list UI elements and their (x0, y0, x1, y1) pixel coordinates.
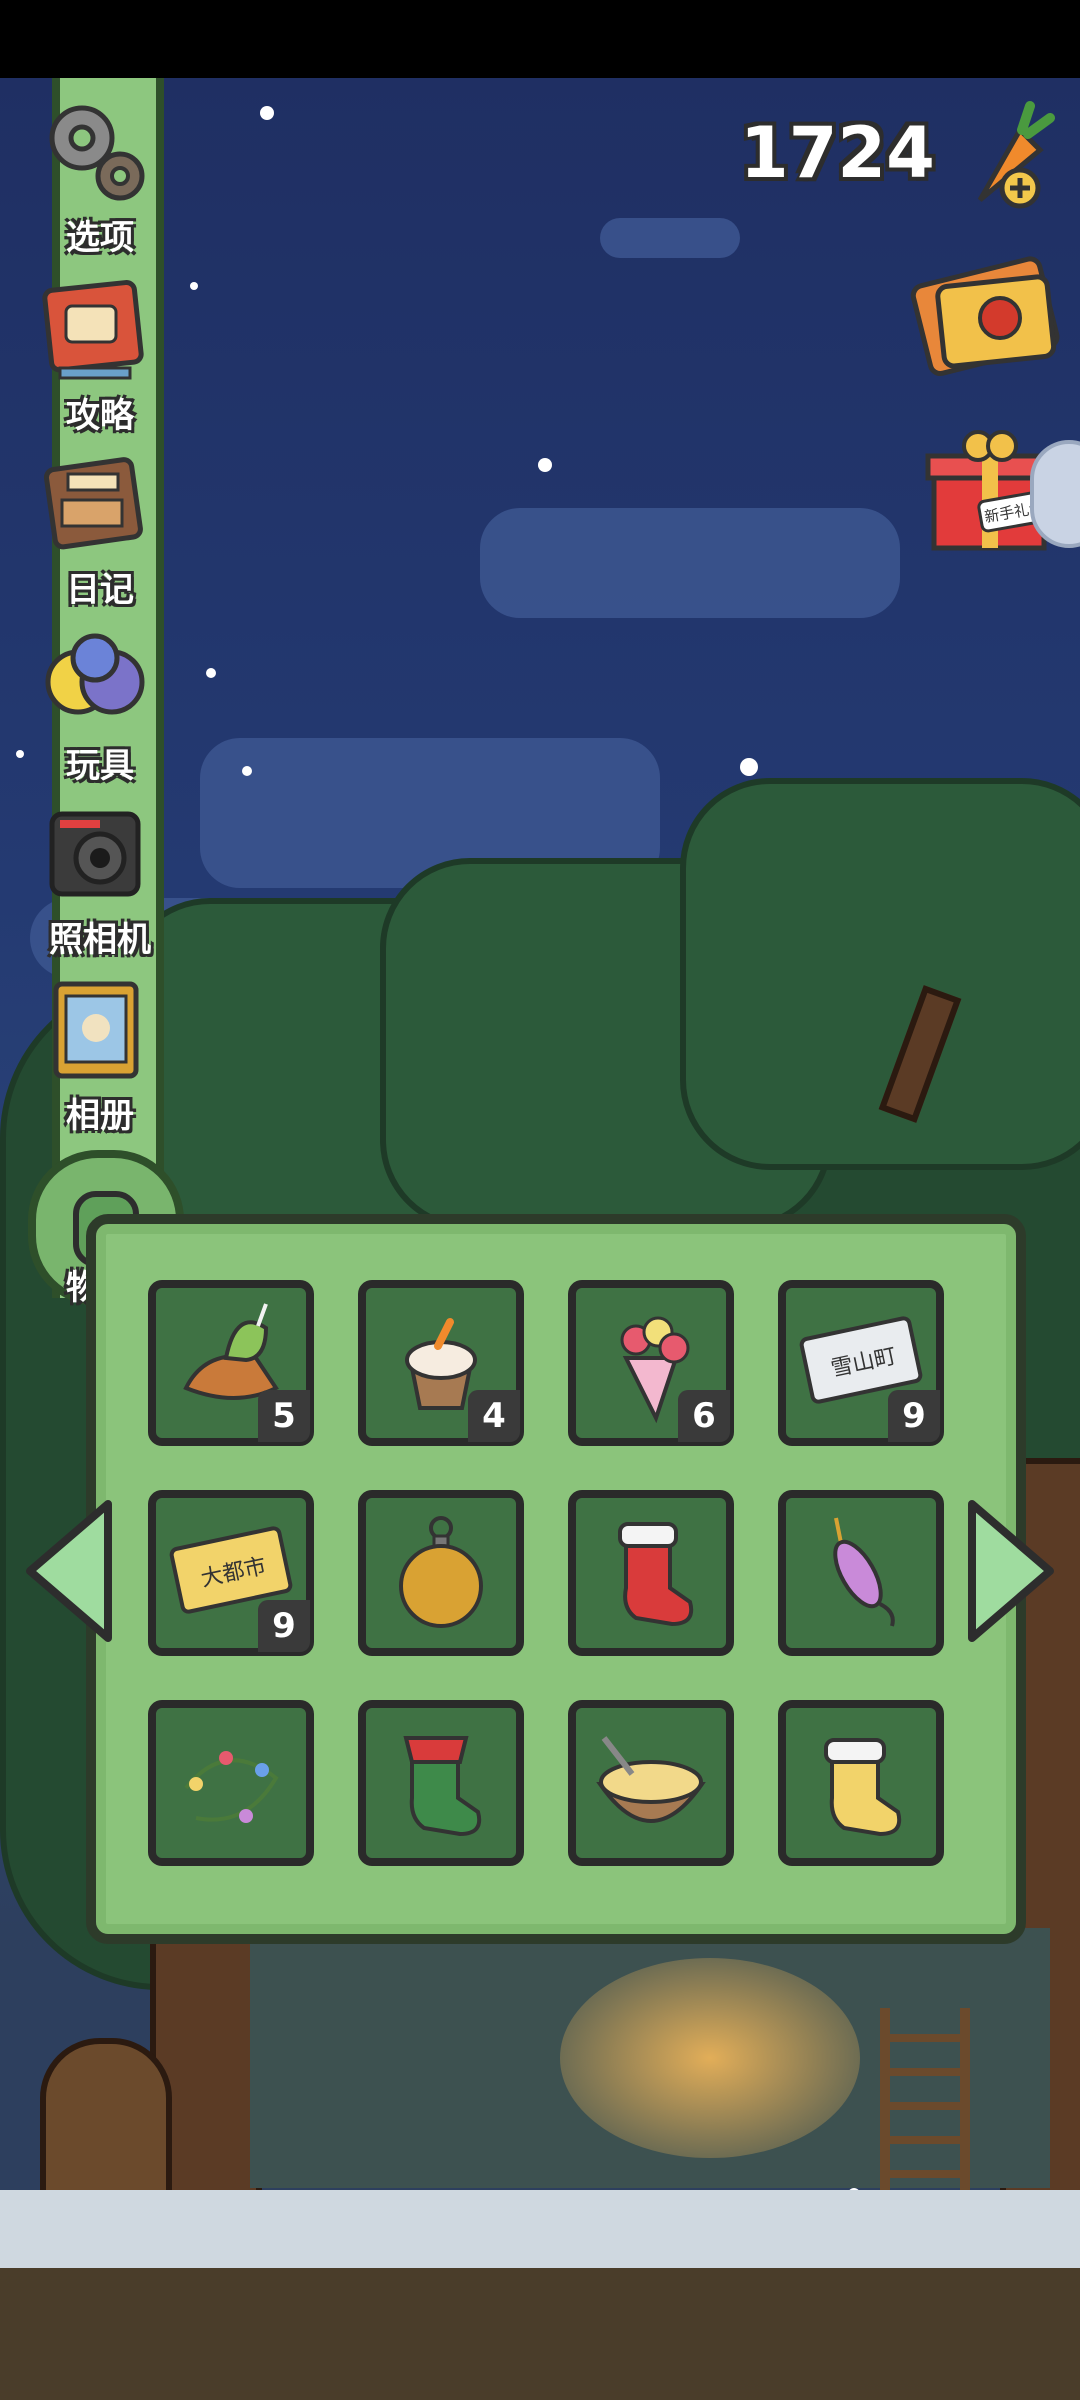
menu-item-diary[interactable]: 日记 (30, 450, 170, 610)
inventory-slot-rice-bowl[interactable] (568, 1700, 734, 1866)
snowflake (206, 668, 216, 678)
menu-label: 玩具 (66, 746, 134, 786)
snowflake (16, 750, 24, 758)
item-count: 4 (468, 1390, 520, 1442)
inventory-slot-ornament[interactable] (358, 1490, 524, 1656)
green-stocking-icon (403, 1736, 482, 1837)
rice-bowl-icon (596, 1736, 706, 1823)
snowflake (190, 282, 198, 290)
red-stocking-icon (618, 1522, 694, 1627)
diary-icon (43, 457, 143, 550)
prev-page-arrow-icon[interactable] (20, 1496, 116, 1646)
menu-label: 照相机 (49, 920, 151, 960)
item-count: 5 (258, 1390, 310, 1442)
snowflake (260, 106, 274, 120)
fishing-lure-icon (833, 1517, 895, 1627)
inventory-slot-ticket-snow[interactable]: 雪山町 9 (778, 1280, 944, 1446)
next-page-arrow-icon[interactable] (964, 1496, 1060, 1646)
lamp-glow (560, 1958, 860, 2158)
gear-icon (49, 105, 145, 201)
inventory-slot-taiyaki[interactable]: 5 (148, 1280, 314, 1446)
lottery-ticket-icon[interactable] (910, 250, 1070, 380)
menu-label: 相册 (66, 1096, 134, 1136)
cloud (480, 508, 900, 618)
menu-item-guide[interactable]: 攻略 (30, 276, 170, 436)
inventory-slot-yellow-stocking[interactable] (778, 1700, 944, 1866)
menu-label: 日记 (66, 570, 134, 610)
status-bar (0, 0, 1080, 78)
inventory-slot-ticket-city[interactable]: 大都市 9 (148, 1490, 314, 1656)
menu-item-toys[interactable]: 玩具 (30, 626, 170, 786)
menu-item-album[interactable]: 相册 (30, 976, 170, 1136)
item-count: 9 (258, 1600, 310, 1652)
cloud (600, 218, 740, 258)
guidebook-icon (42, 280, 144, 380)
item-count: 6 (678, 1390, 730, 1442)
inventory-slot-lights[interactable] (148, 1700, 314, 1866)
dirt-ground (0, 2268, 1080, 2400)
snowflake (538, 458, 552, 472)
gold-ornament-icon (399, 1516, 483, 1628)
menu-item-camera[interactable]: 照相机 (30, 800, 170, 960)
inventory-slot-red-stocking[interactable] (568, 1490, 734, 1656)
ladder (880, 2008, 970, 2198)
snowflake (740, 758, 758, 776)
item-count: 9 (888, 1390, 940, 1442)
menu-item-options[interactable]: 选项 (30, 98, 170, 258)
inventory-slot-lure[interactable] (778, 1490, 944, 1656)
inventory-slot-cupcake[interactable]: 4 (358, 1280, 524, 1446)
toys-icon (45, 633, 145, 715)
carrot-plus-icon[interactable] (950, 100, 1060, 220)
menu-label: 选项 (66, 218, 134, 258)
inventory-slot-green-stocking[interactable] (358, 1700, 524, 1866)
carrot-count: 1724 (740, 112, 935, 194)
tree-foliage (680, 778, 1080, 1170)
side-expand-button[interactable] (1030, 440, 1080, 548)
camera-icon (49, 811, 141, 897)
snowflake (242, 766, 252, 776)
photo-album-icon (53, 981, 139, 1079)
menu-label: 攻略 (66, 396, 134, 436)
string-lights-icon (184, 1751, 279, 1823)
yellow-stocking-icon (824, 1738, 902, 1837)
inventory-slot-bouquet[interactable]: 6 (568, 1280, 734, 1446)
